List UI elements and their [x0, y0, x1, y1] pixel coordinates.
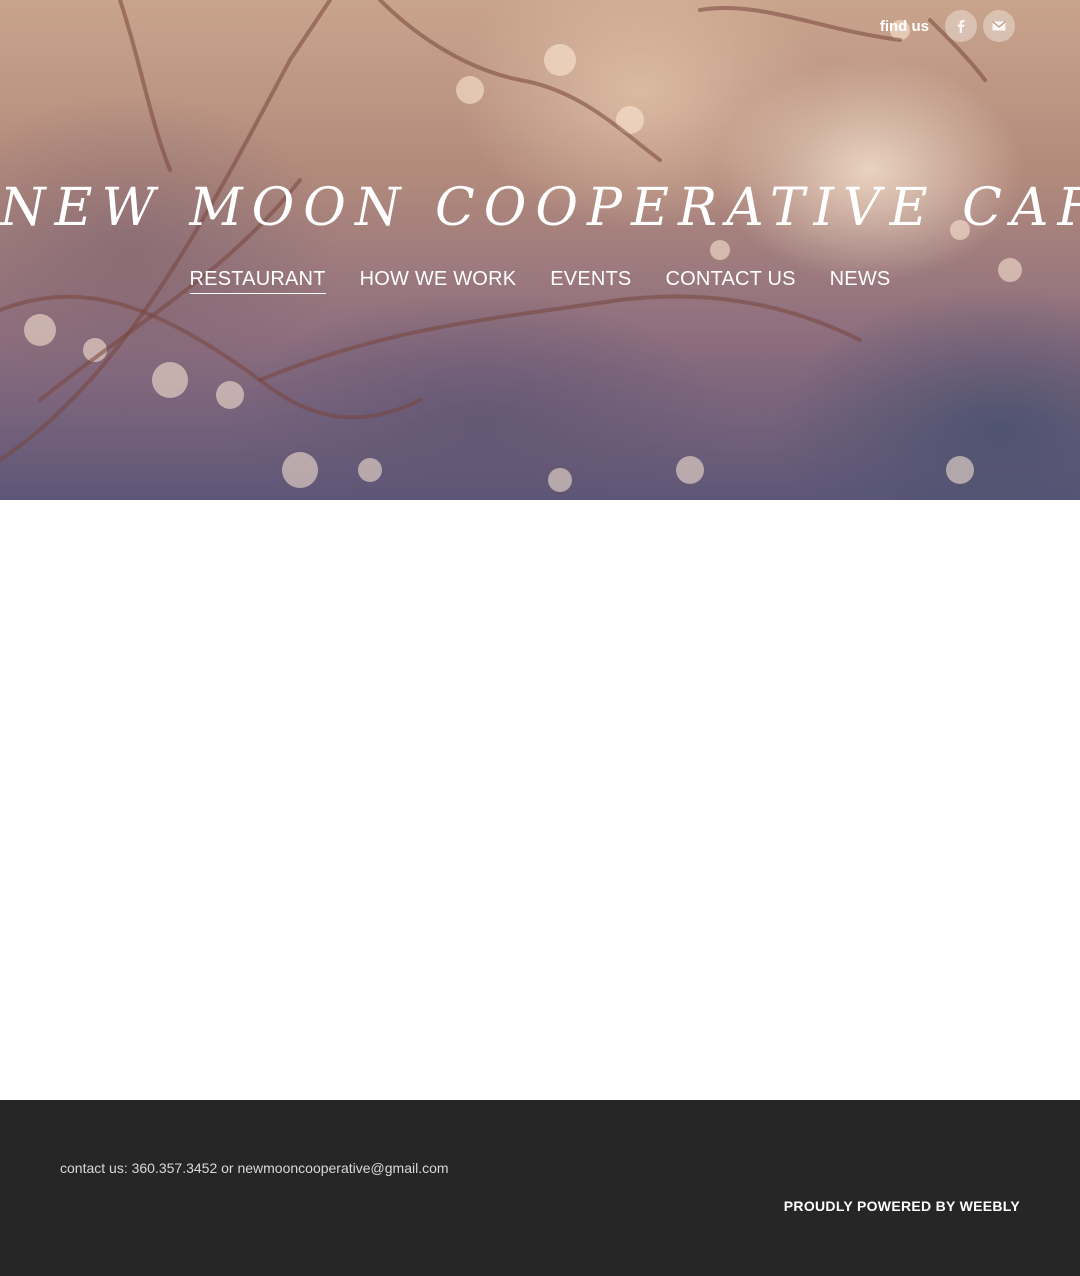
- footer-contact-text: contact us: 360.357.3452 or newmooncoope…: [60, 1160, 449, 1176]
- nav-item-events[interactable]: EVENTS: [550, 268, 631, 294]
- main-nav: RESTAURANT HOW WE WORK EVENTS CONTACT US…: [0, 268, 1080, 294]
- envelope-glyph-icon: [992, 21, 1006, 31]
- facebook-glyph-icon: [957, 20, 965, 33]
- mail-icon[interactable]: [983, 10, 1015, 42]
- nav-item-how-we-work[interactable]: HOW WE WORK: [360, 268, 517, 294]
- footer: contact us: 360.357.3452 or newmooncoope…: [0, 1100, 1080, 1276]
- nav-item-contact-us[interactable]: CONTACT US: [665, 268, 795, 294]
- site-title[interactable]: NEW MOON COOPERATIVE CAFE: [0, 178, 1080, 238]
- facebook-icon[interactable]: [945, 10, 977, 42]
- top-social-bar: find us: [880, 10, 1015, 42]
- nav-item-news[interactable]: NEWS: [830, 268, 891, 294]
- branches-background-image: [0, 0, 1022, 492]
- powered-by-weebly-link[interactable]: PROUDLY POWERED BY WEEBLY: [784, 1198, 1020, 1214]
- main-content-area: [0, 500, 1080, 1100]
- hero-banner: find us NEW MOON COOPERATIVE CAFE RESTAU…: [0, 0, 1080, 500]
- find-us-label: find us: [879, 17, 929, 35]
- nav-item-restaurant[interactable]: RESTAURANT: [189, 268, 326, 294]
